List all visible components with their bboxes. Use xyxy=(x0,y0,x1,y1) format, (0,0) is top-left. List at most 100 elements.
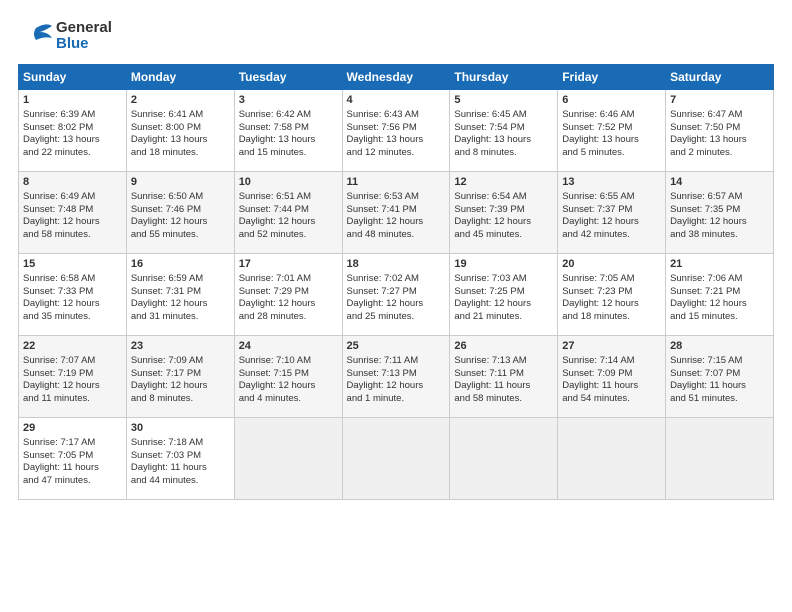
calendar-cell: 4 Sunrise: 6:43 AM Sunset: 7:56 PM Dayli… xyxy=(342,90,450,172)
daylight-minutes-line: and 47 minutes. xyxy=(23,475,91,486)
daylight-hours-line: Daylight: 12 hours xyxy=(239,298,316,309)
daylight-hours-line: Daylight: 11 hours xyxy=(23,462,99,473)
daylight-hours-line: Daylight: 12 hours xyxy=(670,216,747,227)
sunset-line: Sunset: 7:39 PM xyxy=(454,204,524,215)
sunset-line: Sunset: 7:56 PM xyxy=(347,122,417,133)
day-number: 18 xyxy=(347,257,446,272)
calendar-cell: 8 Sunrise: 6:49 AM Sunset: 7:48 PM Dayli… xyxy=(19,172,127,254)
calendar-week-row: 8 Sunrise: 6:49 AM Sunset: 7:48 PM Dayli… xyxy=(19,172,774,254)
header-row: Sunday Monday Tuesday Wednesday Thursday… xyxy=(19,65,774,90)
sunrise-line: Sunrise: 7:17 AM xyxy=(23,437,95,448)
sunset-line: Sunset: 7:52 PM xyxy=(562,122,632,133)
daylight-hours-line: Daylight: 11 hours xyxy=(670,380,746,391)
day-number: 28 xyxy=(670,339,769,354)
calendar-cell xyxy=(558,418,666,500)
calendar-body: 1 Sunrise: 6:39 AM Sunset: 8:02 PM Dayli… xyxy=(19,90,774,500)
calendar-cell: 5 Sunrise: 6:45 AM Sunset: 7:54 PM Dayli… xyxy=(450,90,558,172)
calendar-cell: 29 Sunrise: 7:17 AM Sunset: 7:05 PM Dayl… xyxy=(19,418,127,500)
daylight-minutes-line: and 2 minutes. xyxy=(670,147,732,158)
day-number: 13 xyxy=(562,175,661,190)
daylight-hours-line: Daylight: 12 hours xyxy=(347,298,424,309)
calendar-cell: 14 Sunrise: 6:57 AM Sunset: 7:35 PM Dayl… xyxy=(666,172,774,254)
daylight-hours-line: Daylight: 12 hours xyxy=(131,216,208,227)
sunset-line: Sunset: 7:17 PM xyxy=(131,368,201,379)
calendar-cell: 20 Sunrise: 7:05 AM Sunset: 7:23 PM Dayl… xyxy=(558,254,666,336)
logo: General Blue xyxy=(18,18,112,54)
calendar-cell: 21 Sunrise: 7:06 AM Sunset: 7:21 PM Dayl… xyxy=(666,254,774,336)
daylight-minutes-line: and 22 minutes. xyxy=(23,147,91,158)
daylight-hours-line: Daylight: 12 hours xyxy=(23,216,100,227)
calendar-cell: 1 Sunrise: 6:39 AM Sunset: 8:02 PM Dayli… xyxy=(19,90,127,172)
calendar-cell xyxy=(666,418,774,500)
sunset-line: Sunset: 7:09 PM xyxy=(562,368,632,379)
calendar-week-row: 22 Sunrise: 7:07 AM Sunset: 7:19 PM Dayl… xyxy=(19,336,774,418)
sunrise-line: Sunrise: 7:03 AM xyxy=(454,273,526,284)
calendar-cell xyxy=(342,418,450,500)
calendar-week-row: 1 Sunrise: 6:39 AM Sunset: 8:02 PM Dayli… xyxy=(19,90,774,172)
sunset-line: Sunset: 7:07 PM xyxy=(670,368,740,379)
sunset-line: Sunset: 7:27 PM xyxy=(347,286,417,297)
calendar-cell: 11 Sunrise: 6:53 AM Sunset: 7:41 PM Dayl… xyxy=(342,172,450,254)
calendar-cell: 23 Sunrise: 7:09 AM Sunset: 7:17 PM Dayl… xyxy=(126,336,234,418)
calendar-cell xyxy=(450,418,558,500)
calendar-cell: 28 Sunrise: 7:15 AM Sunset: 7:07 PM Dayl… xyxy=(666,336,774,418)
daylight-hours-line: Daylight: 12 hours xyxy=(454,216,531,227)
daylight-minutes-line: and 52 minutes. xyxy=(239,229,307,240)
calendar-cell: 30 Sunrise: 7:18 AM Sunset: 7:03 PM Dayl… xyxy=(126,418,234,500)
sunset-line: Sunset: 7:37 PM xyxy=(562,204,632,215)
daylight-minutes-line: and 18 minutes. xyxy=(562,311,630,322)
sunrise-line: Sunrise: 7:09 AM xyxy=(131,355,203,366)
calendar-cell: 19 Sunrise: 7:03 AM Sunset: 7:25 PM Dayl… xyxy=(450,254,558,336)
col-friday: Friday xyxy=(558,65,666,90)
sunrise-line: Sunrise: 7:07 AM xyxy=(23,355,95,366)
day-number: 26 xyxy=(454,339,553,354)
day-number: 20 xyxy=(562,257,661,272)
daylight-hours-line: Daylight: 12 hours xyxy=(23,298,100,309)
sunset-line: Sunset: 8:02 PM xyxy=(23,122,93,133)
sunrise-line: Sunrise: 7:18 AM xyxy=(131,437,203,448)
calendar-week-row: 29 Sunrise: 7:17 AM Sunset: 7:05 PM Dayl… xyxy=(19,418,774,500)
sunrise-line: Sunrise: 7:10 AM xyxy=(239,355,311,366)
sunrise-line: Sunrise: 6:42 AM xyxy=(239,109,311,120)
day-number: 21 xyxy=(670,257,769,272)
logo-bird-icon xyxy=(18,18,54,54)
sunrise-line: Sunrise: 6:55 AM xyxy=(562,191,634,202)
sunrise-line: Sunrise: 7:01 AM xyxy=(239,273,311,284)
sunrise-line: Sunrise: 6:46 AM xyxy=(562,109,634,120)
daylight-minutes-line: and 31 minutes. xyxy=(131,311,199,322)
logo-blue: Blue xyxy=(56,36,112,53)
sunrise-line: Sunrise: 6:50 AM xyxy=(131,191,203,202)
sunset-line: Sunset: 7:29 PM xyxy=(239,286,309,297)
calendar-cell: 25 Sunrise: 7:11 AM Sunset: 7:13 PM Dayl… xyxy=(342,336,450,418)
day-number: 11 xyxy=(347,175,446,190)
calendar-cell: 10 Sunrise: 6:51 AM Sunset: 7:44 PM Dayl… xyxy=(234,172,342,254)
daylight-hours-line: Daylight: 12 hours xyxy=(131,380,208,391)
daylight-hours-line: Daylight: 13 hours xyxy=(347,134,424,145)
col-saturday: Saturday xyxy=(666,65,774,90)
daylight-hours-line: Daylight: 11 hours xyxy=(562,380,638,391)
sunset-line: Sunset: 7:44 PM xyxy=(239,204,309,215)
daylight-minutes-line: and 58 minutes. xyxy=(23,229,91,240)
day-number: 6 xyxy=(562,93,661,108)
calendar-cell: 18 Sunrise: 7:02 AM Sunset: 7:27 PM Dayl… xyxy=(342,254,450,336)
calendar-cell xyxy=(234,418,342,500)
daylight-minutes-line: and 8 minutes. xyxy=(454,147,516,158)
day-number: 1 xyxy=(23,93,122,108)
daylight-minutes-line: and 38 minutes. xyxy=(670,229,738,240)
sunrise-line: Sunrise: 6:47 AM xyxy=(670,109,742,120)
sunrise-line: Sunrise: 6:51 AM xyxy=(239,191,311,202)
calendar-table: Sunday Monday Tuesday Wednesday Thursday… xyxy=(18,64,774,500)
calendar-cell: 9 Sunrise: 6:50 AM Sunset: 7:46 PM Dayli… xyxy=(126,172,234,254)
sunrise-line: Sunrise: 6:49 AM xyxy=(23,191,95,202)
sunrise-line: Sunrise: 6:59 AM xyxy=(131,273,203,284)
daylight-hours-line: Daylight: 13 hours xyxy=(670,134,747,145)
calendar-cell: 22 Sunrise: 7:07 AM Sunset: 7:19 PM Dayl… xyxy=(19,336,127,418)
day-number: 19 xyxy=(454,257,553,272)
sunset-line: Sunset: 7:19 PM xyxy=(23,368,93,379)
sunrise-line: Sunrise: 6:58 AM xyxy=(23,273,95,284)
day-number: 29 xyxy=(23,421,122,436)
calendar-cell: 24 Sunrise: 7:10 AM Sunset: 7:15 PM Dayl… xyxy=(234,336,342,418)
sunrise-line: Sunrise: 6:57 AM xyxy=(670,191,742,202)
day-number: 5 xyxy=(454,93,553,108)
daylight-minutes-line: and 21 minutes. xyxy=(454,311,522,322)
